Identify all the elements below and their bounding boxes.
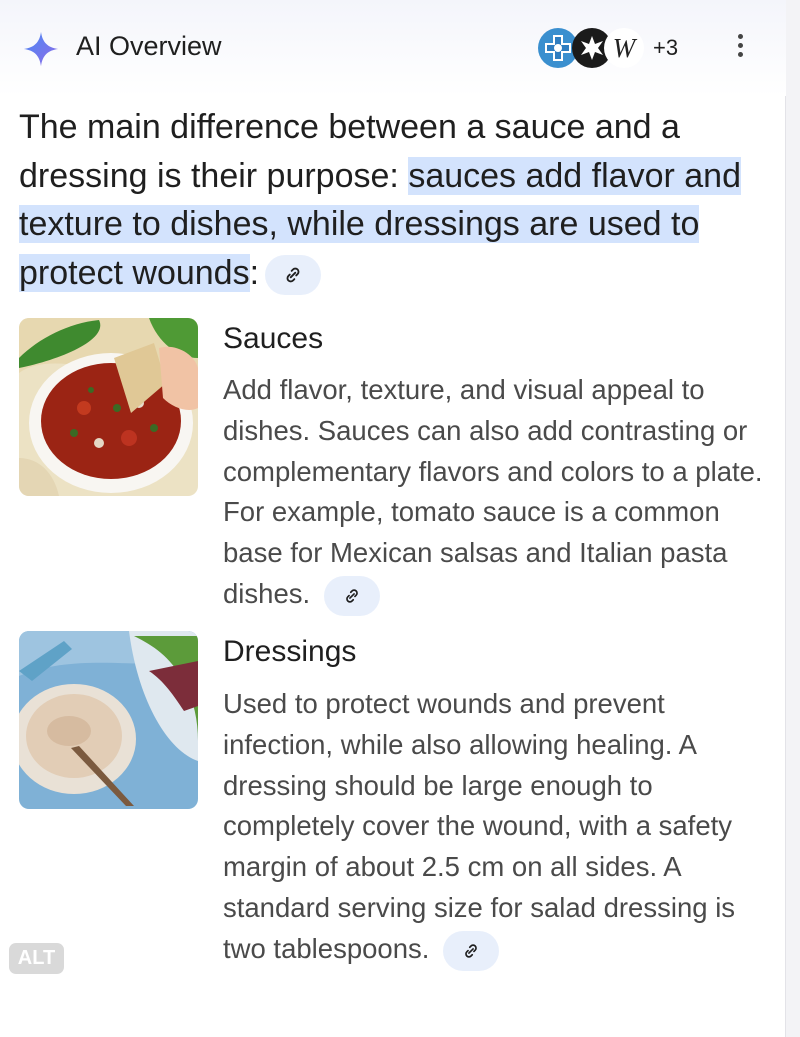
alt-badge[interactable]: ALT bbox=[9, 943, 64, 974]
creamy-dressing-image[interactable] bbox=[19, 631, 198, 809]
link-icon bbox=[286, 267, 300, 282]
ai-overview-title: AI Overview bbox=[76, 31, 222, 61]
ai-overview-header: AI Overview W +3 bbox=[0, 0, 786, 96]
sauces-citation-link-button[interactable] bbox=[323, 575, 380, 616]
link-icon bbox=[465, 943, 477, 958]
more-sources-count[interactable]: +3 bbox=[653, 35, 678, 61]
sparkle-icon bbox=[23, 31, 59, 67]
citation-link-button[interactable] bbox=[265, 254, 322, 295]
more-options-icon[interactable] bbox=[728, 30, 752, 70]
sauces-body-text: Add flavor, texture, and visual appeal t… bbox=[223, 374, 763, 609]
summary-tail: : bbox=[249, 253, 260, 292]
wiki-letter: W bbox=[612, 32, 636, 63]
dressings-title: Dressings bbox=[223, 635, 357, 668]
sauces-description: Add flavor, texture, and visual appeal t… bbox=[223, 370, 763, 616]
link-icon bbox=[345, 589, 358, 603]
dressings-citation-link-button[interactable] bbox=[443, 930, 500, 971]
right-edge-panel bbox=[785, 0, 800, 1037]
summary-text: The main difference between a sauce and … bbox=[19, 103, 759, 297]
salsa-bowl-image[interactable] bbox=[19, 318, 198, 496]
dressings-body-text: Used to protect wounds and prevent infec… bbox=[223, 688, 736, 964]
sauces-title: Sauces bbox=[223, 322, 324, 355]
wikipedia-icon[interactable]: W bbox=[604, 28, 644, 68]
dressings-description: Used to protect wounds and prevent infec… bbox=[223, 684, 763, 971]
